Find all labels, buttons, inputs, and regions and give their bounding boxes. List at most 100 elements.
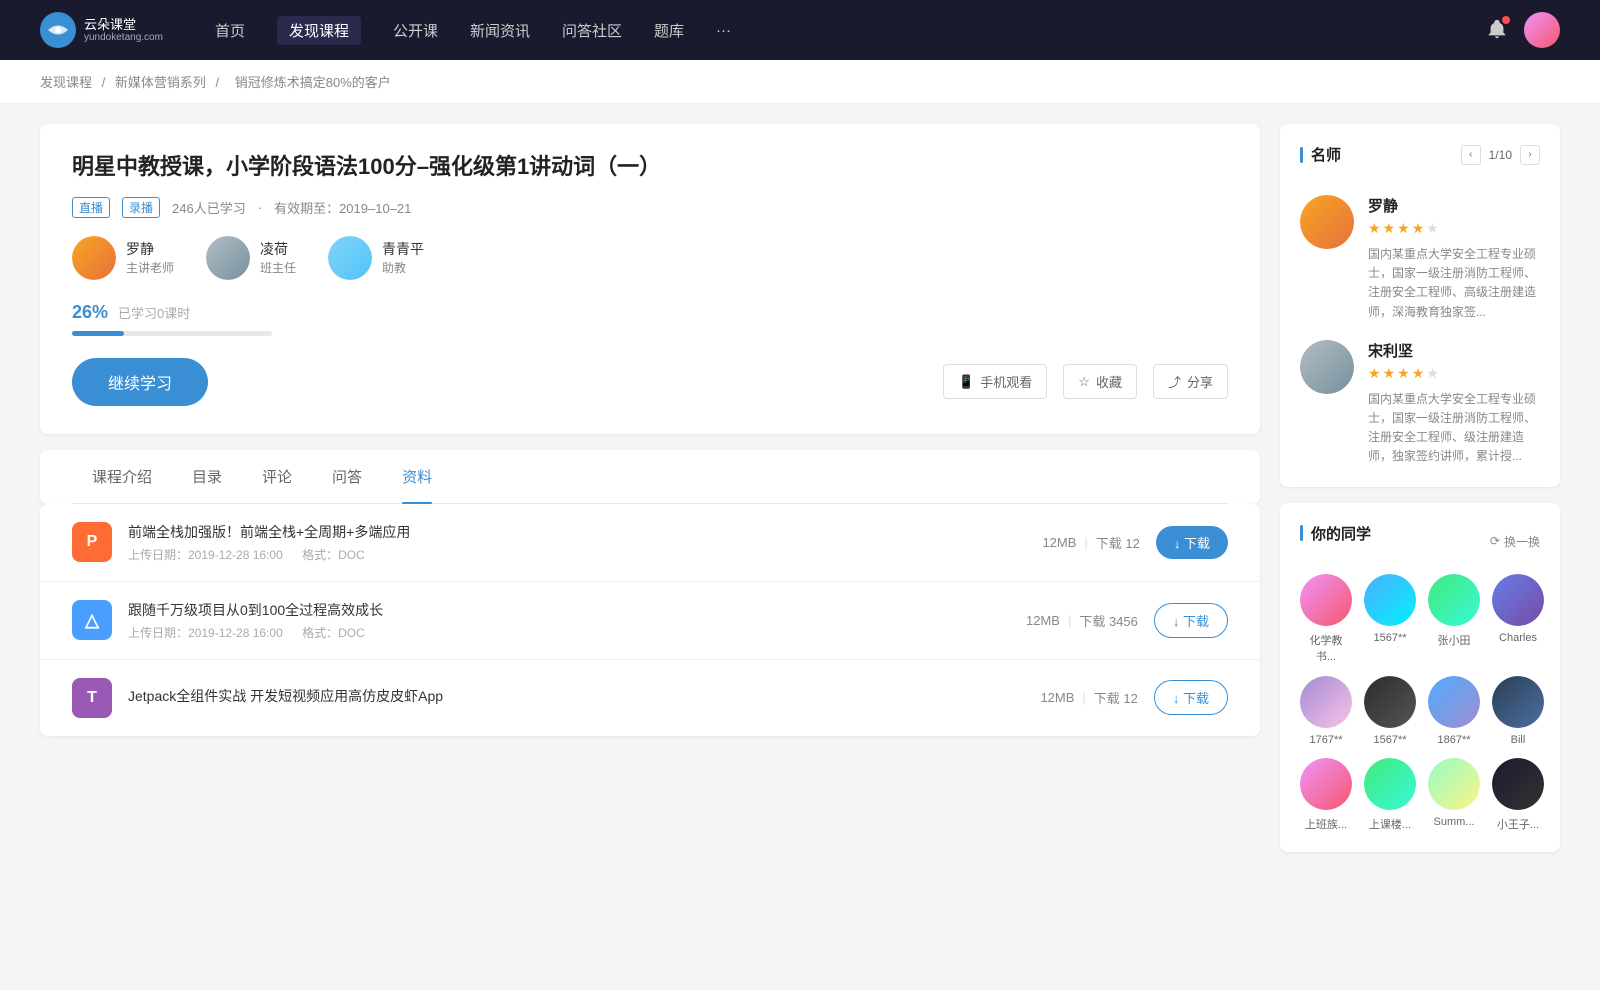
resource-item-2: △ 跟随千万级项目从0到100全过程高效成长 上传日期：2019-12-28 1… bbox=[40, 582, 1260, 660]
classmate-11-avatar bbox=[1428, 758, 1480, 810]
separator: · bbox=[258, 200, 262, 215]
sidebar-teacher-2-stars: ★ ★ ★ ★ ★ bbox=[1368, 365, 1540, 382]
teacher-1: 罗静 主讲老师 bbox=[72, 236, 174, 280]
classmate-9[interactable]: 上班族... bbox=[1300, 758, 1352, 832]
students-count: 246人已学习 bbox=[172, 198, 246, 217]
tab-qa[interactable]: 问答 bbox=[312, 450, 382, 503]
teacher-2-avatar bbox=[206, 236, 250, 280]
download-button-2[interactable]: ↓ 下载 bbox=[1154, 603, 1228, 638]
classmate-11[interactable]: Summ... bbox=[1428, 758, 1480, 832]
mobile-icon: 📱 bbox=[958, 374, 974, 390]
valid-until: 有效期至：2019–10–21 bbox=[274, 198, 411, 217]
nav-news[interactable]: 新闻资讯 bbox=[470, 16, 530, 45]
classmate-2-avatar bbox=[1364, 574, 1416, 626]
classmate-6[interactable]: 1567** bbox=[1364, 676, 1416, 746]
teacher-2-name: 凌荷 bbox=[260, 239, 296, 259]
classmate-5[interactable]: 1767** bbox=[1300, 676, 1352, 746]
resource-stats-1: 12MB | 下载 12 bbox=[1042, 533, 1139, 552]
sidebar-area: 名师 ‹ 1/10 › 罗静 ★ bbox=[1280, 124, 1560, 868]
classmate-5-avatar bbox=[1300, 676, 1352, 728]
collect-label: 收藏 bbox=[1096, 372, 1122, 391]
prev-teacher-button[interactable]: ‹ bbox=[1461, 145, 1481, 165]
resource-info-2: 跟随千万级项目从0到100全过程高效成长 上传日期：2019-12-28 16:… bbox=[128, 600, 1010, 641]
tab-resource[interactable]: 资料 bbox=[382, 450, 452, 503]
tabs-row: 课程介绍 目录 评论 问答 资料 bbox=[72, 450, 1228, 504]
sidebar-teacher-1-name: 罗静 bbox=[1368, 195, 1540, 216]
nav-discover[interactable]: 发现课程 bbox=[277, 16, 361, 45]
breadcrumb: 发现课程 / 新媒体营销系列 / 销冠修炼术搞定80%的客户 bbox=[0, 60, 1600, 104]
classmate-6-avatar bbox=[1364, 676, 1416, 728]
tabs-card: 课程介绍 目录 评论 问答 资料 bbox=[40, 450, 1260, 504]
classmate-5-name: 1767** bbox=[1309, 734, 1342, 746]
classmate-10-avatar bbox=[1364, 758, 1416, 810]
classmate-1-avatar bbox=[1300, 574, 1352, 626]
next-teacher-button[interactable]: › bbox=[1520, 145, 1540, 165]
continue-learning-button[interactable]: 继续学习 bbox=[72, 358, 208, 406]
share-button[interactable]: ⤴ 分享 bbox=[1153, 364, 1228, 399]
classmate-12[interactable]: 小王子... bbox=[1492, 758, 1544, 832]
breadcrumb-series[interactable]: 新媒体营销系列 bbox=[115, 75, 206, 90]
nav-qa[interactable]: 问答社区 bbox=[562, 16, 622, 45]
teacher-3: 青青平 助教 bbox=[328, 236, 424, 280]
nav-open[interactable]: 公开课 bbox=[393, 16, 438, 45]
tab-review[interactable]: 评论 bbox=[242, 450, 312, 503]
progress-desc: 已学习0课时 bbox=[118, 303, 190, 322]
notification-dot bbox=[1502, 16, 1510, 24]
breadcrumb-current: 销冠修炼术搞定80%的客户 bbox=[235, 75, 391, 90]
classmate-7-avatar bbox=[1428, 676, 1480, 728]
teacher-3-avatar bbox=[328, 236, 372, 280]
classmate-3-name: 张小田 bbox=[1438, 632, 1471, 648]
sidebar-teacher-1-desc: 国内某重点大学安全工程专业硕士，国家一级注册消防工程师、注册安全工程师、高级注册… bbox=[1368, 245, 1540, 322]
resource-title-2: 跟随千万级项目从0到100全过程高效成长 bbox=[128, 600, 1010, 620]
nav-right bbox=[1486, 12, 1560, 48]
classmate-4[interactable]: Charles bbox=[1492, 574, 1544, 664]
notification-bell[interactable] bbox=[1486, 18, 1508, 43]
classmate-9-avatar bbox=[1300, 758, 1352, 810]
sidebar-teacher-1-stars: ★ ★ ★ ★ ★ bbox=[1368, 220, 1540, 237]
classmate-8[interactable]: Bill bbox=[1492, 676, 1544, 746]
classmates-title: 你的同学 bbox=[1300, 523, 1371, 544]
resource-info-1: 前端全栈加强版！前端全栈+全周期+多端应用 上传日期：2019-12-28 16… bbox=[128, 522, 1026, 563]
tab-intro[interactable]: 课程介绍 bbox=[72, 450, 172, 503]
mobile-view-button[interactable]: 📱 手机观看 bbox=[943, 364, 1047, 399]
classmate-8-avatar bbox=[1492, 676, 1544, 728]
breadcrumb-discover[interactable]: 发现课程 bbox=[40, 75, 92, 90]
download-button-1[interactable]: ↓ 下载 bbox=[1156, 526, 1228, 559]
classmate-3-avatar bbox=[1428, 574, 1480, 626]
resource-icon-1: P bbox=[72, 522, 112, 562]
refresh-classmates-button[interactable]: ⟳ 换一换 bbox=[1490, 533, 1540, 550]
nav-home[interactable]: 首页 bbox=[215, 16, 245, 45]
logo-sub: yundoketang.com bbox=[84, 32, 163, 43]
teacher-1-avatar bbox=[72, 236, 116, 280]
teacher-2-role: 班主任 bbox=[260, 259, 296, 276]
classmate-2-name: 1567** bbox=[1373, 632, 1406, 644]
classmate-10-name: 上课楼... bbox=[1369, 816, 1411, 832]
teacher-3-role: 助教 bbox=[382, 259, 424, 276]
collect-button[interactable]: ☆ 收藏 bbox=[1063, 364, 1137, 399]
classmates-card: 你的同学 ⟳ 换一换 化学教书... 156 bbox=[1280, 503, 1560, 852]
sidebar-teacher-2-avatar bbox=[1300, 340, 1354, 394]
download-button-3[interactable]: ↓ 下载 bbox=[1154, 680, 1228, 715]
sidebar-teacher-2-desc: 国内某重点大学安全工程专业硕士，国家一级注册消防工程师、注册安全工程师、级注册建… bbox=[1368, 390, 1540, 467]
teachers-card: 名师 ‹ 1/10 › 罗静 ★ bbox=[1280, 124, 1560, 487]
classmate-4-avatar bbox=[1492, 574, 1544, 626]
nav-more[interactable]: ··· bbox=[716, 18, 731, 43]
classmate-7-name: 1867** bbox=[1437, 734, 1470, 746]
classmate-7[interactable]: 1867** bbox=[1428, 676, 1480, 746]
main-layout: 明星中教授课，小学阶段语法100分–强化级第1讲动词（一） 直播 录播 246人… bbox=[0, 104, 1600, 888]
classmate-1[interactable]: 化学教书... bbox=[1300, 574, 1352, 664]
course-title: 明星中教授课，小学阶段语法100分–强化级第1讲动词（一） bbox=[72, 152, 1228, 183]
classmate-2[interactable]: 1567** bbox=[1364, 574, 1416, 664]
nav-exam[interactable]: 题库 bbox=[654, 16, 684, 45]
resource-item-3: T Jetpack全组件实战 开发短视频应用高仿皮皮虾App 12MB | 下载… bbox=[40, 660, 1260, 736]
classmate-4-name: Charles bbox=[1499, 632, 1537, 644]
resource-icon-2: △ bbox=[72, 600, 112, 640]
classmate-10[interactable]: 上课楼... bbox=[1364, 758, 1416, 832]
classmate-8-name: Bill bbox=[1511, 734, 1526, 746]
logo-name: 云朵课堂 bbox=[84, 17, 163, 33]
tab-catalog[interactable]: 目录 bbox=[172, 450, 242, 503]
classmate-3[interactable]: 张小田 bbox=[1428, 574, 1480, 664]
user-avatar[interactable] bbox=[1524, 12, 1560, 48]
logo[interactable]: 云朵课堂 yundoketang.com bbox=[40, 12, 163, 48]
teacher-page: 1/10 bbox=[1489, 148, 1512, 162]
